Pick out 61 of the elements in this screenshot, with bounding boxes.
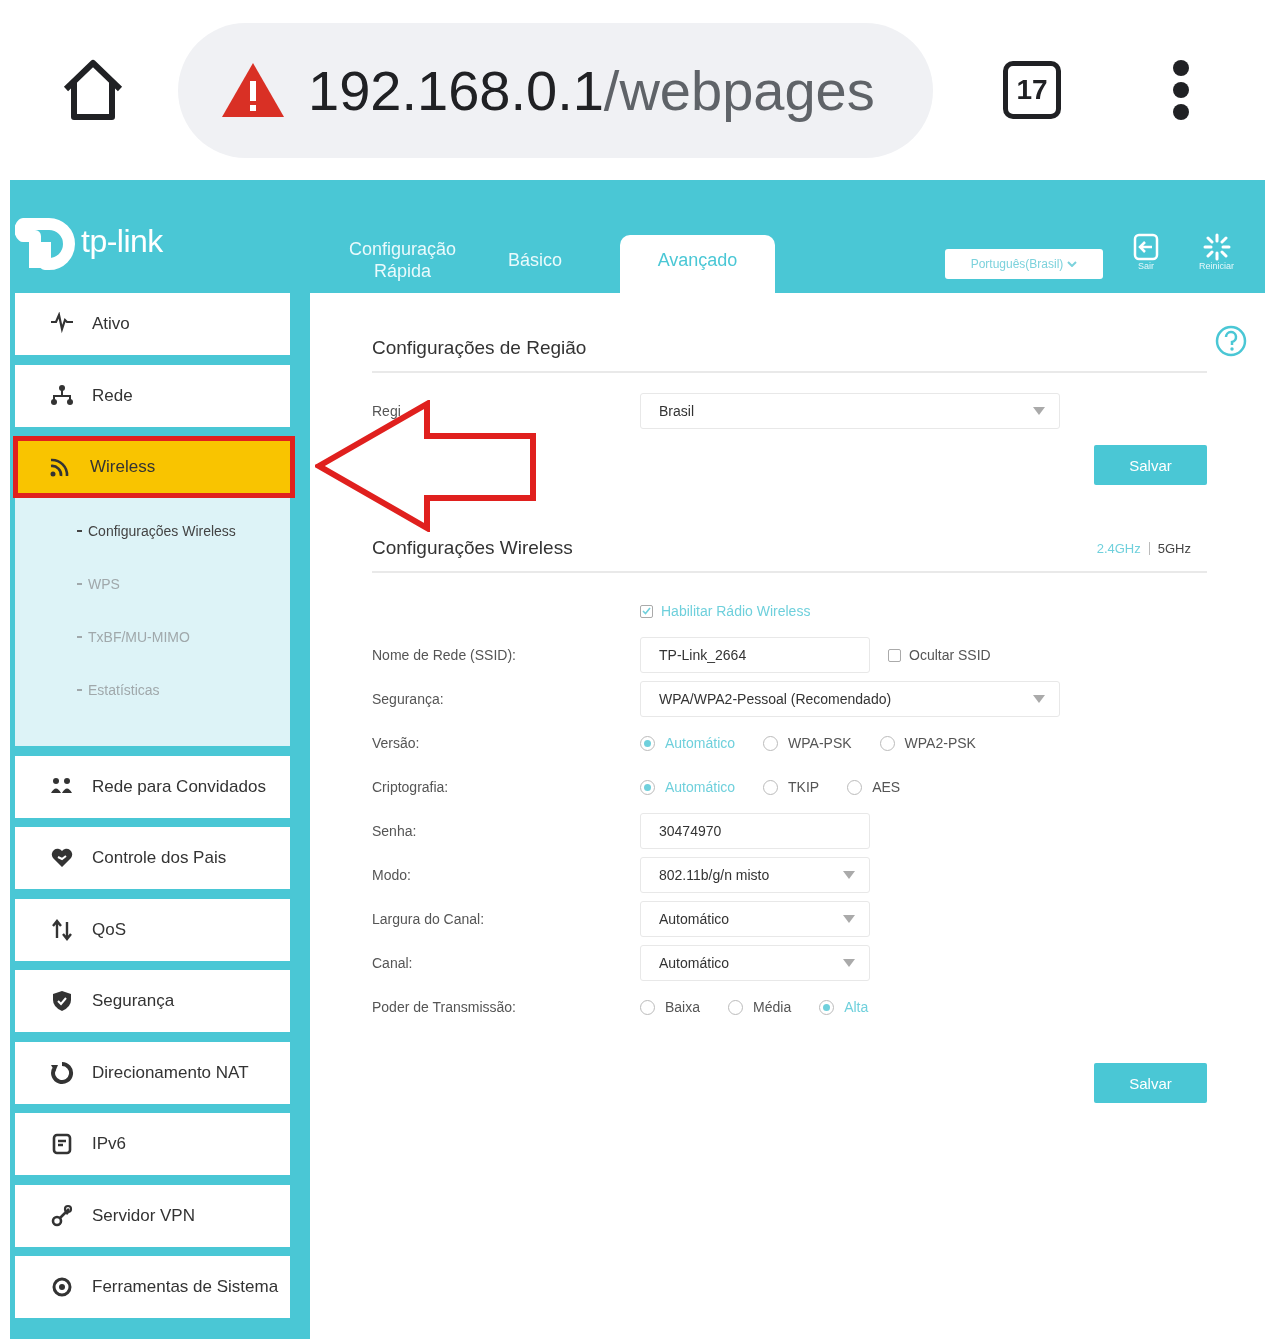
dropdown-field[interactable]: WPA/WPA2-Pessoal (Recomendado) (640, 681, 1060, 717)
sidebar-item[interactable]: Segurança (15, 970, 290, 1032)
tab-count-button[interactable]: 17 (1003, 61, 1061, 119)
field-label: Senha: (372, 823, 418, 839)
chevron-icon (1067, 261, 1078, 267)
input-field[interactable]: 30474970 (640, 813, 870, 849)
field-label: Regi (372, 403, 402, 419)
field-label: Poder de Transmissão: (372, 999, 517, 1015)
radio-option[interactable]: Média (728, 999, 792, 1015)
dropdown-field[interactable]: Automático (640, 945, 870, 981)
radio-option[interactable]: WPA2-PSK (879, 735, 976, 751)
dash-icon (77, 582, 82, 585)
radio-option[interactable]: AES (847, 779, 901, 795)
submenu-item[interactable]: Configurações Wireless (77, 517, 290, 544)
spinner-icon (1202, 233, 1231, 261)
logo-text: tp-link (81, 223, 163, 260)
sidebar-item[interactable]: QoS (15, 898, 290, 961)
field-label: Segurança: (372, 691, 445, 707)
band-link[interactable]: 5GHz (1157, 540, 1191, 556)
input-field[interactable]: TP-Link_2664 (640, 637, 870, 673)
gear-icon (50, 1275, 74, 1299)
checkbox[interactable]: Ocultar SSID (888, 647, 991, 663)
heart-icon (50, 846, 74, 870)
key-icon (50, 1203, 74, 1228)
field-label: Nome de Rede (SSID): (372, 647, 517, 663)
radio-option[interactable]: WPA-PSK (763, 735, 852, 751)
shield-icon (50, 989, 74, 1013)
sidebar-item[interactable]: IPv6 (15, 1113, 290, 1175)
radio-option[interactable]: TKIP (763, 779, 820, 795)
sidebar-item[interactable]: Rede (15, 364, 290, 427)
section-title: Configurações de Região (372, 337, 587, 359)
warning-icon (220, 61, 286, 119)
checkmark-icon (642, 607, 651, 615)
field-label: Canal: (372, 955, 414, 971)
field-label: Modo: (372, 867, 412, 883)
dash-icon (77, 688, 82, 691)
sidebar-item[interactable]: Rede para Convidados (15, 755, 290, 818)
field-label: Criptografia: (372, 779, 450, 795)
dropdown-field[interactable]: Automático (640, 901, 870, 937)
section-title: Configurações Wireless (372, 537, 573, 559)
sidebar-item[interactable]: Ativo (15, 293, 290, 355)
up-down-arrows-icon (50, 917, 74, 942)
menu-icon[interactable] (1171, 59, 1191, 121)
radio-option[interactable]: Baixa (640, 999, 701, 1015)
sidebar-item[interactable]: Controle dos Pais (15, 827, 290, 889)
sidebar-item[interactable]: Servidor VPN (15, 1184, 290, 1247)
field-label: Versão: (372, 735, 421, 751)
network-icon (50, 383, 74, 408)
sidebar-item[interactable]: Direcionamento NAT (15, 1041, 290, 1104)
document-icon (50, 1132, 74, 1156)
circular-arrow-icon (50, 1060, 74, 1085)
field-label: Largura do Canal: (372, 911, 486, 927)
address-bar[interactable]: 192.168.0.1/webpages (178, 22, 933, 158)
url-text: 192.168.0.1/webpages (308, 57, 875, 123)
logout-icon (1133, 233, 1159, 261)
dropdown-field[interactable]: 802.11b/g/n misto (640, 857, 870, 893)
sidebar-item[interactable]: Wireless (13, 436, 295, 498)
sidebar-item[interactable]: Ferramentas de Sistema (15, 1256, 290, 1318)
region-select[interactable]: Brasil (640, 393, 1060, 429)
dash-icon (77, 529, 82, 532)
dash-icon (77, 635, 82, 638)
